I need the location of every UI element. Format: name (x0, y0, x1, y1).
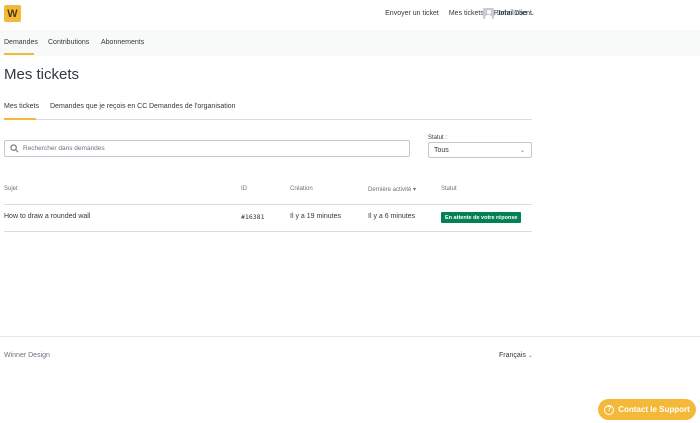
brand-logo[interactable]: W (4, 5, 21, 22)
tab-my-tickets[interactable]: Mes tickets (4, 103, 39, 110)
tab-cc-requests[interactable]: Demandes que je reçois en CC (50, 103, 147, 110)
subnav-subscriptions[interactable]: Abonnements (101, 39, 144, 46)
tabs-divider (4, 119, 532, 120)
status-select[interactable]: Tous ⌄ (428, 142, 532, 158)
user-name: John Doe (497, 10, 527, 17)
contact-support-label: Contact le Support (618, 405, 690, 414)
footer-divider (0, 336, 700, 337)
subnav-contributions[interactable]: Contributions (48, 39, 89, 46)
contact-support-button[interactable]: ? Contact le Support (598, 399, 696, 420)
column-header-subject: Sujet (4, 186, 18, 192)
tab-organization-requests[interactable]: Demandes de l'organisation (149, 103, 236, 110)
column-header-id: ID (241, 186, 247, 192)
column-header-status: Statut (441, 186, 457, 192)
chevron-down-icon: ⌄ (527, 353, 533, 359)
nav-my-tickets[interactable]: Mes tickets (449, 10, 484, 17)
footer-brand[interactable]: Winner Design (4, 352, 50, 359)
chevron-down-icon: ⌄ (519, 147, 525, 154)
status-label: Statut : (428, 135, 448, 141)
table-divider (4, 204, 532, 205)
help-icon: ? (604, 404, 615, 415)
column-header-last-activity[interactable]: Dernière activité ▾ (368, 186, 416, 193)
ticket-created: Il y a 19 minutes (290, 213, 341, 220)
avatar (483, 8, 494, 19)
subnav-active-indicator (4, 53, 34, 55)
language-selector[interactable]: Français ⌄ (499, 352, 533, 359)
language-label: Français (499, 352, 526, 359)
table-divider (4, 231, 532, 232)
search-icon (10, 144, 19, 153)
top-header: W Envoyer un ticket Mes tickets Portail … (0, 0, 700, 30)
search-input[interactable] (23, 145, 403, 152)
search-box[interactable] (4, 140, 410, 157)
sub-nav: Demandes Contributions Abonnements (0, 30, 700, 56)
nav-submit-ticket[interactable]: Envoyer un ticket (385, 10, 439, 17)
user-menu[interactable]: John Doe ⌄ (483, 8, 535, 19)
ticket-subject-link[interactable]: How to draw a rounded wall (4, 213, 90, 220)
subnav-requests[interactable]: Demandes (4, 39, 38, 46)
status-select-value: Tous (434, 146, 449, 154)
status-badge: En attente de votre réponse (441, 212, 522, 223)
ticket-last-activity: Il y a 6 minutes (368, 213, 416, 220)
tab-active-indicator (4, 118, 36, 120)
chevron-down-icon: ⌄ (529, 11, 535, 17)
page-title: Mes tickets (4, 66, 80, 83)
ticket-id: #16381 (241, 213, 265, 221)
column-header-created: Création (290, 186, 313, 192)
